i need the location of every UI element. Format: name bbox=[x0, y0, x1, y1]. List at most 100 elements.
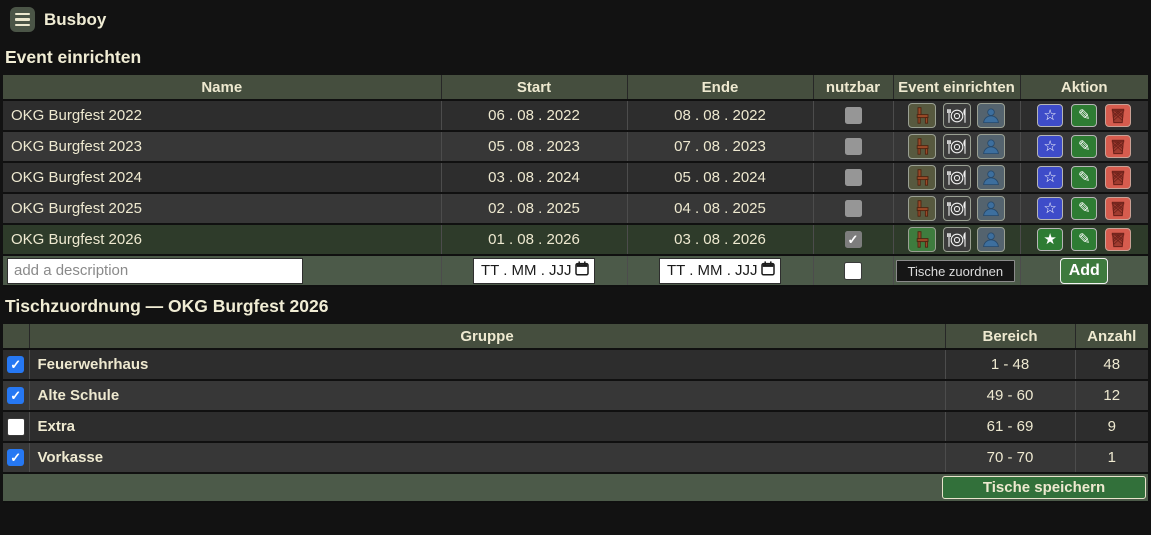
person-icon bbox=[982, 139, 1000, 154]
group-checkbox[interactable] bbox=[7, 387, 24, 404]
activate-event-button[interactable]: ☆ bbox=[1037, 104, 1063, 127]
edit-event-button[interactable]: ✎ bbox=[1071, 135, 1097, 158]
table-row: OKG Burgfest 2023 05 . 08 . 2023 07 . 08… bbox=[3, 131, 1148, 162]
event-name: OKG Burgfest 2025 bbox=[11, 200, 142, 217]
group-name: Feuerwehrhaus bbox=[38, 356, 149, 373]
star-icon: ☆ bbox=[1043, 139, 1056, 154]
event-name: OKG Burgfest 2026 bbox=[11, 231, 142, 248]
event-end-date: 08 . 08 . 2022 bbox=[627, 100, 813, 131]
star-icon: ★ bbox=[1043, 232, 1056, 247]
trash-icon bbox=[1110, 107, 1126, 124]
chair-icon bbox=[915, 138, 930, 155]
col-event-einrichten: Event einrichten bbox=[893, 75, 1020, 100]
col-name: Name bbox=[3, 75, 441, 100]
assign-tables-button[interactable] bbox=[908, 227, 936, 252]
catering-button[interactable] bbox=[943, 165, 971, 190]
event-start-date: 02 . 08 . 2025 bbox=[441, 193, 627, 224]
plate-icon bbox=[947, 232, 967, 248]
nutzbar-checkbox[interactable] bbox=[845, 107, 862, 124]
event-name: OKG Burgfest 2022 bbox=[11, 107, 142, 124]
catering-button[interactable] bbox=[943, 196, 971, 221]
groups-table: Gruppe Bereich Anzahl Feuerwehrhaus 1 - … bbox=[3, 324, 1148, 503]
chair-icon bbox=[915, 107, 930, 124]
event-end-date: 03 . 08 . 2026 bbox=[627, 224, 813, 255]
group-range: 61 - 69 bbox=[945, 411, 1075, 442]
col-nutzbar: nutzbar bbox=[813, 75, 893, 100]
event-start-date: 03 . 08 . 2024 bbox=[441, 162, 627, 193]
events-table: Name Start Ende nutzbar Event einrichten… bbox=[3, 75, 1148, 287]
nutzbar-checkbox[interactable] bbox=[845, 169, 862, 186]
star-icon: ☆ bbox=[1043, 170, 1056, 185]
plate-icon bbox=[947, 170, 967, 186]
group-name: Vorkasse bbox=[38, 449, 104, 466]
edit-event-button[interactable]: ✎ bbox=[1071, 104, 1097, 127]
group-name: Alte Schule bbox=[38, 387, 120, 404]
person-icon bbox=[982, 232, 1000, 247]
chair-icon bbox=[915, 231, 930, 248]
assign-tables-button[interactable] bbox=[908, 134, 936, 159]
col-gruppe: Gruppe bbox=[29, 324, 945, 349]
group-checkbox[interactable] bbox=[7, 356, 24, 373]
group-range: 1 - 48 bbox=[945, 349, 1075, 380]
save-tables-button[interactable]: Tische speichern bbox=[942, 476, 1146, 499]
table-row: Alte Schule 49 - 60 12 bbox=[3, 380, 1148, 411]
event-description-input[interactable] bbox=[7, 258, 303, 284]
catering-button[interactable] bbox=[943, 103, 971, 128]
staff-button[interactable] bbox=[977, 227, 1005, 252]
activate-event-button[interactable]: ☆ bbox=[1037, 197, 1063, 220]
pencil-icon: ✎ bbox=[1078, 170, 1091, 185]
group-range: 49 - 60 bbox=[945, 380, 1075, 411]
groups-table-header: Gruppe Bereich Anzahl bbox=[3, 324, 1148, 349]
assign-tables-button[interactable] bbox=[908, 103, 936, 128]
activate-event-button[interactable]: ★ bbox=[1037, 228, 1063, 251]
nutzbar-checkbox[interactable] bbox=[845, 138, 862, 155]
chair-icon bbox=[915, 169, 930, 186]
delete-event-button[interactable] bbox=[1105, 166, 1131, 189]
add-event-button[interactable]: Add bbox=[1060, 258, 1108, 284]
staff-button[interactable] bbox=[977, 103, 1005, 128]
end-date-input[interactable]: TT . MM . JJJ bbox=[659, 258, 781, 284]
pencil-icon: ✎ bbox=[1078, 201, 1091, 216]
delete-event-button[interactable] bbox=[1105, 228, 1131, 251]
event-start-date: 06 . 08 . 2022 bbox=[441, 100, 627, 131]
edit-event-button[interactable]: ✎ bbox=[1071, 166, 1097, 189]
nutzbar-checkbox[interactable] bbox=[844, 262, 862, 280]
chair-icon bbox=[915, 200, 930, 217]
plate-icon bbox=[947, 201, 967, 217]
group-range: 70 - 70 bbox=[945, 442, 1075, 473]
activate-event-button[interactable]: ☆ bbox=[1037, 166, 1063, 189]
hamburger-icon bbox=[15, 13, 30, 15]
events-table-header: Name Start Ende nutzbar Event einrichten… bbox=[3, 75, 1148, 100]
delete-event-button[interactable] bbox=[1105, 197, 1131, 220]
catering-button[interactable] bbox=[943, 134, 971, 159]
nutzbar-checkbox[interactable] bbox=[845, 200, 862, 217]
staff-button[interactable] bbox=[977, 165, 1005, 190]
edit-event-button[interactable]: ✎ bbox=[1071, 197, 1097, 220]
activate-event-button[interactable]: ☆ bbox=[1037, 135, 1063, 158]
edit-event-button[interactable]: ✎ bbox=[1071, 228, 1097, 251]
group-count: 48 bbox=[1075, 349, 1148, 380]
staff-button[interactable] bbox=[977, 196, 1005, 221]
topbar: Busboy bbox=[10, 7, 1148, 32]
col-anzahl: Anzahl bbox=[1075, 324, 1148, 349]
col-start: Start bbox=[441, 75, 627, 100]
catering-button[interactable] bbox=[943, 227, 971, 252]
plate-icon bbox=[947, 108, 967, 124]
col-ende: Ende bbox=[627, 75, 813, 100]
assign-tables-button[interactable] bbox=[908, 196, 936, 221]
star-icon: ☆ bbox=[1043, 201, 1056, 216]
hamburger-menu-button[interactable] bbox=[10, 7, 35, 32]
staff-button[interactable] bbox=[977, 134, 1005, 159]
star-icon: ☆ bbox=[1043, 108, 1056, 123]
start-date-input[interactable]: TT . MM . JJJ bbox=[473, 258, 595, 284]
pencil-icon: ✎ bbox=[1078, 232, 1091, 247]
group-checkbox[interactable] bbox=[7, 449, 24, 466]
group-checkbox[interactable] bbox=[7, 418, 25, 436]
assign-tables-button[interactable] bbox=[908, 165, 936, 190]
nutzbar-checkbox[interactable] bbox=[845, 231, 862, 248]
table-row: OKG Burgfest 2022 06 . 08 . 2022 08 . 08… bbox=[3, 100, 1148, 131]
event-name: OKG Burgfest 2024 bbox=[11, 169, 142, 186]
delete-event-button[interactable] bbox=[1105, 104, 1131, 127]
add-event-row: TT . MM . JJJ TT . MM . JJJ bbox=[3, 255, 1148, 286]
delete-event-button[interactable] bbox=[1105, 135, 1131, 158]
